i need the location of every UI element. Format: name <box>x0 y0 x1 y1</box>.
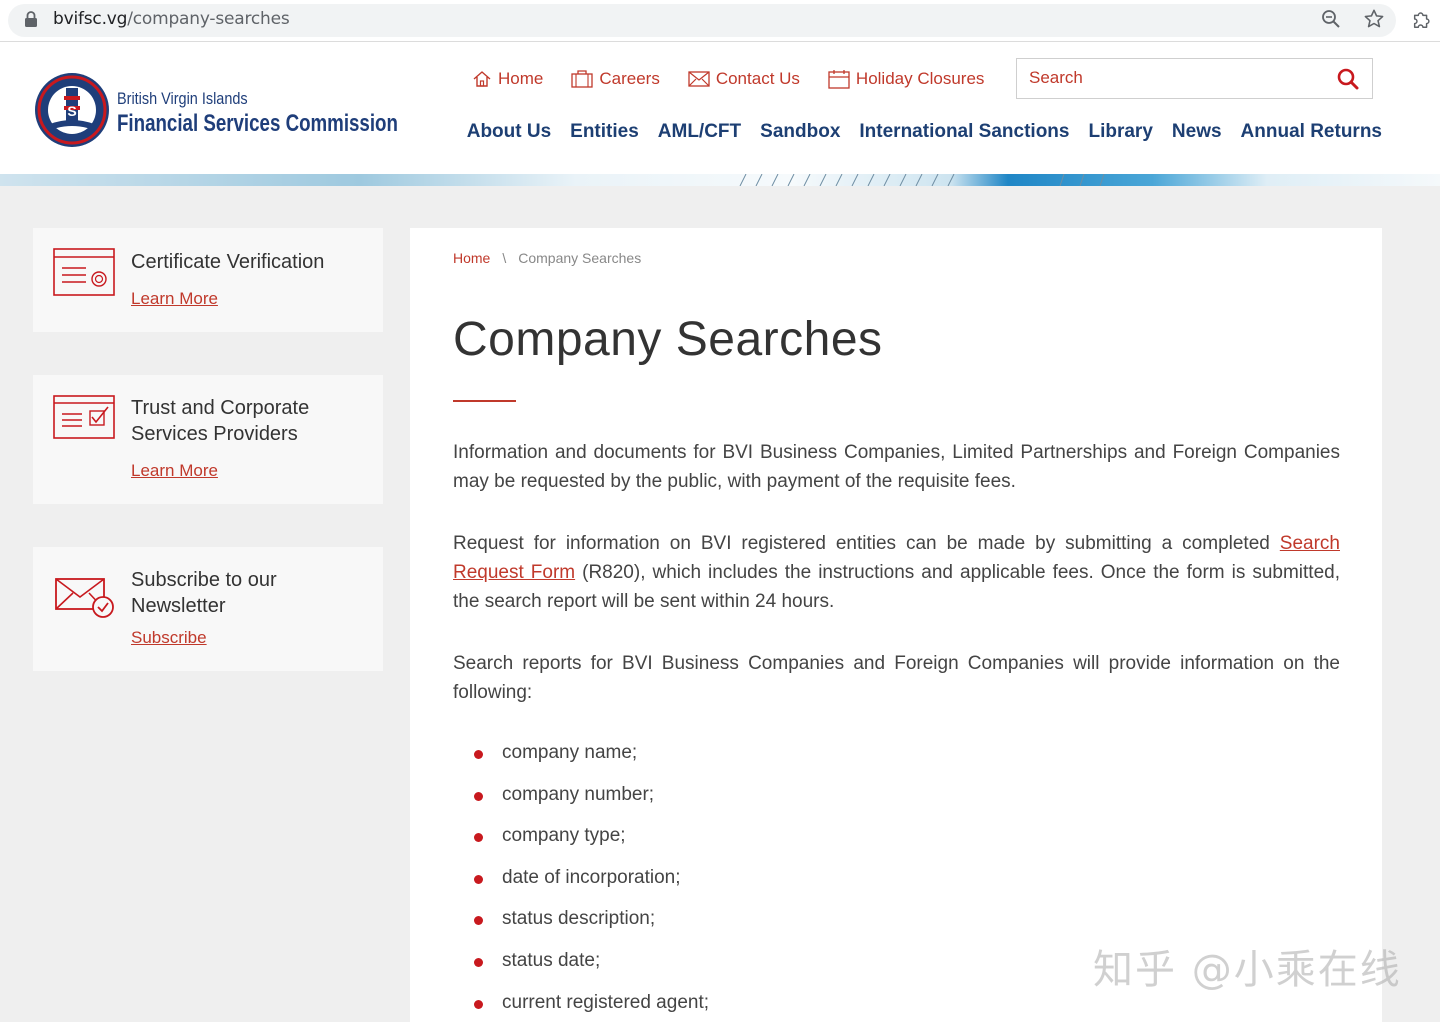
bullet-icon <box>474 791 483 801</box>
url-path: /company-searches <box>127 9 290 29</box>
nav-about-us[interactable]: About Us <box>467 121 551 143</box>
watermark-text: 知乎 @小乘在线 <box>1093 947 1402 993</box>
util-nav-label: Holiday Closures <box>855 69 985 88</box>
list-item: current registered agent; <box>453 987 709 1022</box>
sidebar-card-newsletter: Subscribe to our Newsletter Subscribe <box>33 547 383 671</box>
util-nav-label: Contact Us <box>715 69 800 88</box>
search-icon[interactable] <box>1337 68 1359 90</box>
url-domain: bvifsc.vg <box>53 9 128 29</box>
bullet-icon <box>474 750 483 759</box>
list-item-text: company type; <box>502 825 626 847</box>
list-item-text: company name; <box>502 742 638 763</box>
breadcrumb-home[interactable]: Home <box>453 250 490 266</box>
report-fields-list: company name; company number; company ty… <box>453 737 709 1022</box>
sidebar-card-certificate: Certificate Verification Learn More <box>33 228 383 332</box>
list-item-text: status description; <box>502 908 656 930</box>
util-nav-home[interactable]: Home <box>472 69 543 89</box>
util-nav-careers[interactable]: Careers <box>571 69 660 89</box>
list-item-text: status date; <box>502 949 601 971</box>
reports-paragraph: Search reports for BVI Business Companie… <box>453 653 1340 703</box>
url-text[interactable]: bvifsc.vg/company-searches <box>53 9 290 29</box>
utility-nav: Home Careers Contact Us Holiday Closures <box>472 69 1012 89</box>
card-title: Trust and Corporate Services Providers <box>131 397 310 445</box>
breadcrumb: Home \ Company Searches <box>453 250 641 266</box>
list-item: company number; <box>453 779 709 821</box>
breadcrumb-current: Company Searches <box>518 250 642 266</box>
bullet-icon <box>474 833 483 843</box>
nav-sandbox[interactable]: Sandbox <box>760 121 840 143</box>
search-box <box>1016 58 1373 99</box>
main-content: Home \ Company Searches Company Searches… <box>410 228 1382 1022</box>
nav-library[interactable]: Library <box>1088 121 1152 143</box>
request-paragraph: Request for information on BVI registere… <box>453 529 1340 616</box>
envelope-icon <box>688 71 710 87</box>
logo-text-line2: Financial Services Commission <box>117 110 398 137</box>
bullet-icon <box>474 916 483 926</box>
checklist-icon <box>53 395 115 439</box>
title-underline <box>453 400 516 402</box>
bookmark-star-icon[interactable] <box>1363 8 1385 30</box>
lock-icon[interactable] <box>24 11 38 27</box>
para-text: Request for information on BVI registere… <box>453 533 1280 554</box>
util-nav-label: Careers <box>599 69 660 88</box>
nav-entities[interactable]: Entities <box>570 121 639 143</box>
bullet-icon <box>474 957 483 967</box>
nav-annual-returns[interactable]: Annual Returns <box>1241 121 1382 143</box>
briefcase-icon <box>571 70 594 88</box>
home-icon <box>473 71 491 87</box>
intro-paragraph: Information and documents for BVI Busine… <box>453 442 1340 492</box>
page-title: Company Searches <box>453 313 883 366</box>
util-nav-label: Home <box>498 69 544 88</box>
site-logo[interactable]: S British Virgin Islands Financial Servi… <box>34 72 398 150</box>
nav-news[interactable]: News <box>1172 121 1222 143</box>
list-item-text: current registered agent; <box>502 991 710 1013</box>
zoom-out-icon[interactable] <box>1321 9 1341 29</box>
para-text: (R820), which includes the instructions … <box>453 562 1340 612</box>
extensions-puzzle-icon[interactable] <box>1411 8 1433 30</box>
list-item: company type; <box>453 820 709 862</box>
header-banner-strip <box>0 174 1440 186</box>
mail-check-icon <box>55 578 114 618</box>
calendar-icon <box>828 70 850 89</box>
subscribe-link[interactable]: Subscribe <box>131 628 207 648</box>
fsc-seal-icon: S <box>35 73 109 147</box>
util-nav-holiday[interactable]: Holiday Closures <box>828 69 985 89</box>
card-title: Subscribe to our Newsletter <box>131 569 277 617</box>
logo-text-line1: British Virgin Islands <box>117 89 248 108</box>
nav-international-sanctions[interactable]: International Sanctions <box>859 121 1069 143</box>
util-nav-contact[interactable]: Contact Us <box>688 69 800 89</box>
certificate-icon <box>53 248 115 296</box>
breadcrumb-separator: \ <box>502 250 507 266</box>
banner-pattern <box>739 174 1105 186</box>
list-item: status date; <box>453 945 709 987</box>
list-item-text: company number; <box>502 783 655 805</box>
bullet-icon <box>474 999 483 1009</box>
svg-text:S: S <box>67 103 76 119</box>
list-item: company name; <box>453 737 709 779</box>
main-nav: About Us Entities AML/CFT Sandbox Intern… <box>448 121 1382 143</box>
learn-more-link[interactable]: Learn More <box>131 461 218 481</box>
list-item: date of incorporation; <box>453 862 709 904</box>
card-title: Certificate Verification <box>131 251 325 273</box>
browser-toolbar: bvifsc.vg/company-searches <box>0 0 1440 42</box>
list-item: status description; <box>453 903 709 945</box>
list-item-text: date of incorporation; <box>502 866 681 888</box>
sidebar-card-trust-providers: Trust and Corporate Services Providers L… <box>33 375 383 504</box>
learn-more-link[interactable]: Learn More <box>131 289 218 309</box>
nav-aml-cft[interactable]: AML/CFT <box>658 121 741 143</box>
search-input[interactable] <box>1029 68 1319 88</box>
bullet-icon <box>474 874 483 884</box>
